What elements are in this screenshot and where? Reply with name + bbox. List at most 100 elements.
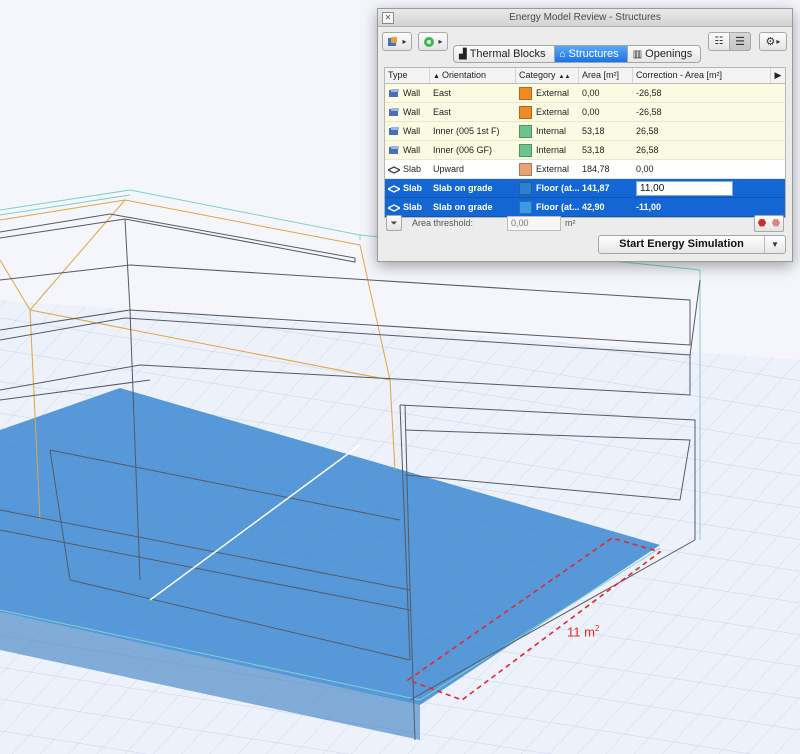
- area-threshold-input[interactable]: [507, 215, 562, 231]
- table-header: Type ▲ Orientation Category ▲▲ Area [m²] C…: [385, 68, 785, 84]
- filter-bar: ⏷ Area threshold: m² ⬣ ⬣: [384, 213, 784, 233]
- table-row[interactable]: Wall Inner (006 GF) Internal 53,18 26,58: [385, 141, 785, 160]
- threshold-unit: m²: [565, 218, 576, 228]
- openings-icon: ▥: [632, 48, 643, 60]
- wall-icon: [389, 107, 399, 116]
- table-body: Wall East External 0,00 -26,58 Wall East Extern…: [385, 84, 785, 217]
- thermal-blocks-icon: ▟: [459, 48, 467, 60]
- wall-icon: [389, 88, 399, 97]
- cell-category: Floor (at...: [516, 179, 579, 197]
- tab-structures[interactable]: ⌂ Structures: [554, 46, 628, 62]
- cell-area: 0,00: [582, 88, 600, 98]
- tree-view-button[interactable]: ☷: [708, 32, 730, 51]
- arrow-right-icon: ▶: [774, 70, 782, 80]
- cell-correction: -26,58: [636, 88, 662, 98]
- model-options-button[interactable]: ▸: [382, 32, 412, 51]
- list-view-icon: ☰: [735, 36, 745, 48]
- cell-correction: 0,00: [636, 164, 654, 174]
- cell-type: Wall: [385, 103, 430, 121]
- cell-orientation: Inner (005 1st F): [433, 126, 500, 136]
- start-energy-simulation-button[interactable]: Start Energy Simulation ▼: [598, 235, 786, 254]
- cell-correction-wrap: 0,00: [633, 160, 783, 178]
- header-area[interactable]: Area [m²]: [579, 68, 633, 83]
- cell-correction-wrap: 26,58: [633, 141, 783, 159]
- category-color-swatch: [519, 86, 532, 100]
- cell-correction: 26,58: [636, 145, 659, 155]
- scroll-right-button[interactable]: ▶: [771, 68, 785, 83]
- sort-asc-icon: ▲: [433, 73, 440, 80]
- category-color-swatch: [519, 200, 532, 214]
- filter-button[interactable]: ⏷: [386, 215, 402, 231]
- cell-correction: -26,58: [636, 107, 662, 117]
- tab-bar: ▟ Thermal Blocks ⌂ Structures ▥ Openings: [453, 45, 702, 63]
- 3d-highlight-toggle[interactable]: ⬣ ⬣: [754, 214, 784, 232]
- cell-category: External: [516, 160, 579, 178]
- structures-table: Type ▲ Orientation Category ▲▲ Area [m²] C…: [384, 67, 786, 218]
- table-row[interactable]: Wall East External 0,00 -26,58: [385, 84, 785, 103]
- table-row[interactable]: Wall Inner (005 1st F) Internal 53,18 26,58: [385, 122, 785, 141]
- tab-thermal-blocks[interactable]: ▟ Thermal Blocks: [454, 46, 555, 62]
- dropdown-arrow-icon: ▸: [776, 37, 781, 46]
- close-icon: ✕: [384, 13, 392, 22]
- area-threshold-label: Area threshold:: [412, 218, 474, 228]
- category-color-swatch: [519, 162, 532, 176]
- window-title: Energy Model Review - Structures: [509, 12, 661, 23]
- wall-icon: [389, 126, 399, 135]
- cell-type: Slab: [385, 160, 430, 178]
- structures-icon: ⌂: [559, 48, 566, 60]
- header-category[interactable]: Category ▲▲: [516, 68, 579, 83]
- cell-orientation: Inner (006 GF): [433, 145, 493, 155]
- cell-category: External: [516, 103, 579, 121]
- slab-icon: [388, 203, 400, 212]
- wall-icon: [389, 145, 399, 154]
- cell-area: 0,00: [582, 107, 600, 117]
- cell-correction-wrap: -26,58: [633, 103, 783, 121]
- settings-button[interactable]: ⚙ ▸: [759, 32, 787, 51]
- cell-type: Slab: [385, 179, 430, 197]
- cell-orientation: Upward: [433, 164, 465, 174]
- cell-type: Wall: [385, 141, 430, 159]
- table-row[interactable]: Wall East External 0,00 -26,58: [385, 103, 785, 122]
- cell-area: 141,87: [582, 183, 610, 193]
- cell-area: 53,18: [582, 145, 605, 155]
- cell-category: Internal: [516, 122, 579, 140]
- category-color-swatch: [519, 105, 532, 119]
- slab-icon: [388, 184, 400, 193]
- cell-type: Wall: [385, 122, 430, 140]
- cell-orientation: East: [433, 107, 452, 117]
- slab-icon: [388, 165, 400, 174]
- table-row[interactable]: Slab Slab on grade Floor (at... 141,87: [385, 179, 785, 198]
- cell-area: 184,78: [582, 164, 610, 174]
- energy-evaluation-button[interactable]: ▸: [418, 32, 448, 51]
- category-color-swatch: [519, 181, 532, 195]
- table-row[interactable]: Slab Upward External 184,78 0,00: [385, 160, 785, 179]
- header-correction-area[interactable]: Correction - Area [m²]: [633, 68, 771, 83]
- dropdown-arrow-icon: ▸: [438, 37, 443, 46]
- cell-type: Wall: [385, 84, 430, 102]
- cell-correction-wrap: -26,58: [633, 84, 783, 102]
- correction-area-input[interactable]: [636, 180, 733, 196]
- header-type[interactable]: Type: [385, 68, 430, 83]
- gear-icon: ⚙: [765, 36, 776, 48]
- list-view-button[interactable]: ☰: [729, 32, 751, 51]
- close-button[interactable]: ✕: [382, 12, 394, 24]
- category-color-swatch: [519, 143, 532, 157]
- funnel-icon: ⏷: [390, 217, 398, 228]
- highlight-off-icon: ⬣: [771, 217, 781, 229]
- cell-category: External: [516, 84, 579, 102]
- green-leaf-icon: [424, 36, 435, 47]
- cell-correction: 26,58: [636, 126, 659, 136]
- cube-icon: [388, 36, 398, 46]
- highlight-on-icon: ⬣: [757, 217, 767, 229]
- dropdown-arrow-icon[interactable]: ▼: [765, 240, 785, 249]
- sort-double-asc-icon: ▲▲: [558, 74, 571, 80]
- header-orientation[interactable]: ▲ Orientation: [430, 68, 516, 83]
- cell-correction-wrap: [633, 179, 783, 197]
- window-titlebar[interactable]: ✕ Energy Model Review - Structures: [378, 9, 792, 27]
- cell-area: 53,18: [582, 126, 605, 136]
- tab-openings[interactable]: ▥ Openings: [628, 46, 701, 62]
- cell-orientation: Slab on grade: [433, 183, 493, 193]
- tree-view-icon: ☷: [714, 36, 724, 47]
- cell-category: Internal: [516, 141, 579, 159]
- cell-orientation: East: [433, 88, 452, 98]
